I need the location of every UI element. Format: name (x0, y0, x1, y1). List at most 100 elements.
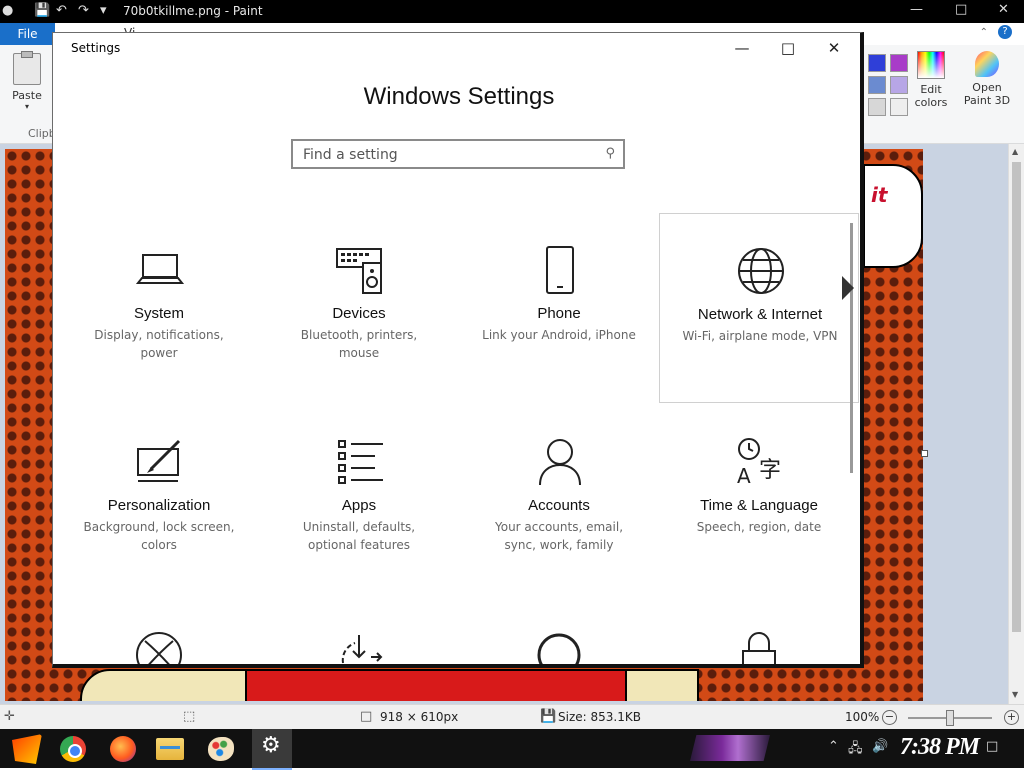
tile-title: Time & Language (700, 497, 818, 514)
zoom-level: 100% (845, 710, 880, 724)
tile-description: Bluetooth, printers, mouse (300, 328, 418, 360)
firefox-icon[interactable] (110, 736, 136, 762)
settings-close-icon[interactable]: ✕ (811, 39, 857, 59)
settings-minimize-icon[interactable]: — (719, 39, 765, 59)
tile-description: Uninstall, defaults, optional features (302, 520, 416, 552)
selection-size-icon: ⬚ (183, 709, 196, 724)
network-icon[interactable]: 🖧 (848, 739, 863, 761)
image-size-icon: □ (360, 709, 373, 724)
file-size-icon: 💾 (540, 709, 557, 724)
save-icon[interactable]: 💾 (34, 3, 50, 18)
tile-time-language[interactable]: A 字 Time & Language Speech, region, date (659, 405, 859, 595)
tile-phone[interactable]: Phone Link your Android, iPhone (459, 213, 659, 403)
search-circle-icon[interactable] (535, 631, 585, 668)
paint-window-title: 70b0tkillme.png - Paint (123, 4, 263, 18)
mouse-cursor (842, 276, 854, 300)
tile-title: Personalization (107, 497, 211, 514)
tile-description: Link your Android, iPhone (482, 328, 636, 342)
status-bar: ✛ ⬚ □ 918 × 610px 💾 Size: 853.1KB 100% −… (0, 704, 1024, 730)
svg-text:字: 字 (759, 458, 781, 483)
volume-icon[interactable]: 🔊 (872, 739, 888, 754)
action-center-icon[interactable]: □ (986, 739, 998, 754)
color-swatch[interactable] (890, 98, 908, 116)
scrollbar-thumb[interactable] (1012, 162, 1021, 632)
lock-icon[interactable] (737, 631, 781, 668)
tile-personalization[interactable]: Personalization Background, lock screen,… (59, 405, 259, 595)
vertical-scrollbar[interactable]: ▲ ▼ (1008, 144, 1024, 704)
edit-colors-button[interactable]: Edit colors (908, 51, 954, 109)
tile-title: Accounts (528, 497, 590, 514)
tile-description: Speech, region, date (696, 520, 822, 534)
zoom-out-button[interactable]: − (882, 710, 897, 725)
help-icon[interactable]: ? (998, 25, 1012, 39)
comic-shape (625, 669, 699, 701)
tile-title: Phone (537, 305, 581, 322)
tile-system[interactable]: System Display, notifications, power (59, 213, 259, 403)
tile-devices[interactable]: Devices Bluetooth, printers, mouse (259, 213, 459, 403)
settings-taskbar-button[interactable]: ⚙ (252, 729, 292, 770)
color-swatch[interactable] (890, 76, 908, 94)
xbox-icon[interactable] (135, 631, 185, 668)
paste-dropdown-icon[interactable]: ▾ (6, 102, 48, 111)
tile-title: Devices (332, 305, 386, 322)
laptop-icon (135, 254, 185, 284)
settings-maximize-icon[interactable]: □ (765, 39, 811, 59)
undo-icon[interactable]: ↶ (56, 3, 67, 18)
paint-titlebar: ● 💾 ↶ ↷ ▾ 70b0tkillme.png - Paint — □ ✕ (0, 0, 1024, 23)
file-tab[interactable]: File (0, 23, 55, 45)
person-icon (539, 439, 581, 486)
clock-language-icon: A 字 (737, 438, 781, 487)
search-input[interactable] (301, 145, 595, 165)
zoom-in-button[interactable]: + (1004, 710, 1019, 725)
paste-label: Paste (12, 89, 42, 102)
svg-text:A: A (737, 464, 751, 487)
globe-icon (738, 248, 784, 294)
search-icon[interactable]: ⚲ (605, 146, 615, 161)
gear-icon: ⚙ (261, 733, 281, 758)
settings-scrollbar[interactable] (850, 223, 853, 473)
open-paint3d-button[interactable]: Open Paint 3D (960, 51, 1014, 107)
minimize-icon[interactable]: — (910, 2, 923, 17)
maximize-icon[interactable]: □ (955, 2, 967, 17)
taskbar: ⚙ ⌃ 🖧 🔊 7:38 PM □ (0, 729, 1024, 770)
canvas-resize-handle[interactable] (921, 450, 928, 457)
search-box[interactable]: ⚲ (291, 139, 625, 169)
tile-description: Background, lock screen, colors (83, 520, 235, 552)
tray-chevron-icon[interactable]: ⌃ (828, 739, 839, 754)
bubble-text: it (871, 183, 888, 207)
collapse-ribbon-icon[interactable]: ⌃ (980, 27, 988, 38)
paint-brush-icon (137, 439, 181, 482)
color-swatch[interactable] (890, 54, 908, 72)
chrome-icon[interactable] (60, 736, 86, 762)
settings-window-title: Settings (71, 41, 121, 55)
scroll-down-icon[interactable]: ▼ (1012, 690, 1018, 699)
taskbar-clock[interactable]: 7:38 PM (900, 734, 980, 761)
paint3d-icon (975, 51, 999, 77)
file-explorer-icon[interactable] (156, 738, 184, 760)
edit-colors-label: Edit colors (914, 83, 948, 109)
tile-description: Display, notifications, power (94, 328, 224, 360)
zoom-slider-thumb[interactable] (946, 710, 954, 726)
page-title: Windows Settings (363, 83, 555, 110)
customize-toolbar-icon[interactable]: ▾ (100, 3, 107, 18)
image-dimensions: 918 × 610px (380, 710, 459, 724)
tile-accounts[interactable]: Accounts Your accounts, email, sync, wor… (459, 405, 659, 595)
taskbar-decoration (690, 735, 770, 761)
color-swatch[interactable] (868, 76, 886, 94)
start-button[interactable] (12, 734, 42, 764)
paint-icon[interactable] (208, 737, 234, 761)
color-swatch[interactable] (868, 54, 886, 72)
tile-description: Your accounts, email, sync, work, family (494, 520, 624, 552)
tile-apps[interactable]: Apps Uninstall, defaults, optional featu… (259, 405, 459, 595)
file-size: Size: 853.1KB (558, 710, 641, 724)
update-icon[interactable] (335, 633, 385, 668)
redo-icon[interactable]: ↷ (78, 3, 89, 18)
close-icon[interactable]: ✕ (998, 2, 1009, 17)
tile-title: Network & Internet (697, 306, 823, 323)
tile-network[interactable]: Network & Internet Wi-Fi, airplane mode,… (659, 213, 859, 403)
scroll-up-icon[interactable]: ▲ (1012, 147, 1018, 156)
tile-title: System (133, 305, 184, 322)
color-swatch[interactable] (868, 98, 886, 116)
paste-button[interactable]: Paste ▾ (6, 51, 48, 111)
speech-bubble (863, 164, 923, 268)
